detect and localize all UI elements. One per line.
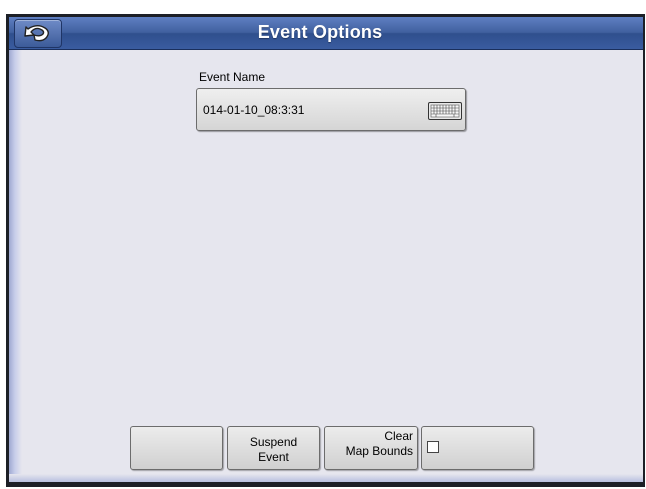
clear-map-bounds-label-line2: Map Bounds <box>345 444 413 458</box>
event-name-value: 014-01-10_08:3:31 <box>203 103 305 117</box>
back-arrow-icon <box>24 25 49 42</box>
content-bottom-edge <box>9 474 643 482</box>
clear-map-bounds-button[interactable]: Clear Map Bounds <box>324 426 418 470</box>
suspend-event-button[interactable]: Suspend Event <box>227 426 320 470</box>
suspend-event-label-line2: Event <box>258 450 289 464</box>
blank-button[interactable] <box>130 426 223 470</box>
suspend-event-label-line1: Suspend <box>249 435 298 449</box>
event-name-field[interactable]: 014-01-10_08:3:31 <box>196 88 466 131</box>
event-name-label: Event Name <box>199 70 266 84</box>
checkbox[interactable] <box>427 441 439 453</box>
keyboard-icon <box>428 102 462 120</box>
page-title: Event Options <box>257 22 383 42</box>
checkbox-button[interactable] <box>421 426 534 470</box>
clear-map-bounds-label-line1: Clear <box>384 429 413 443</box>
back-button[interactable] <box>14 19 62 48</box>
